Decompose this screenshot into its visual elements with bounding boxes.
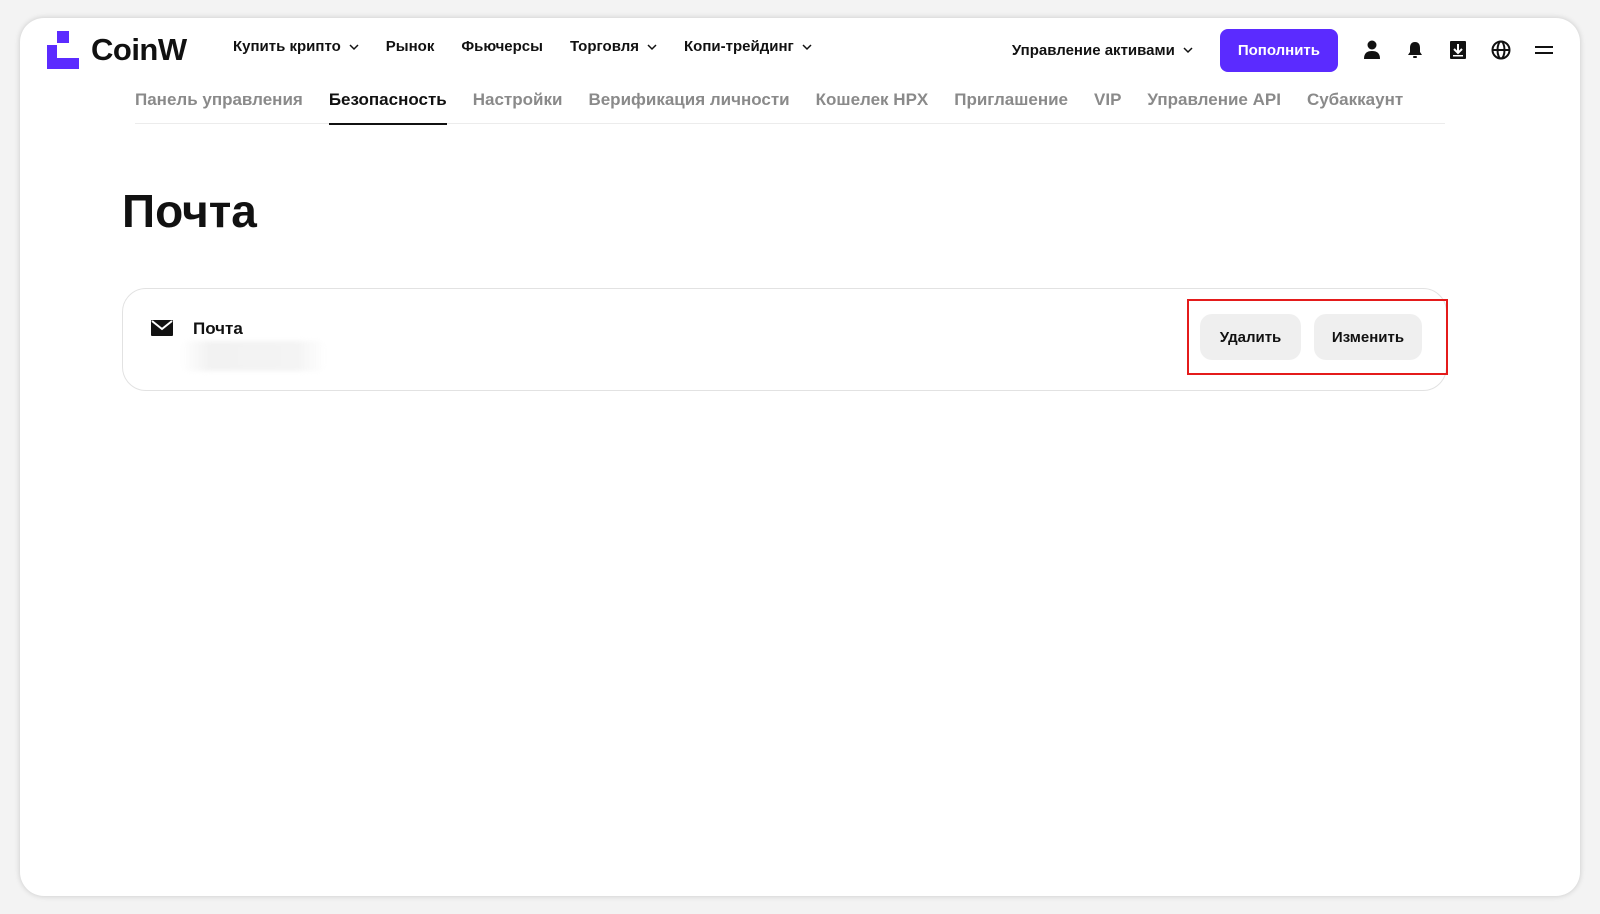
page-title: Почта xyxy=(122,185,257,237)
tab-dashboard[interactable]: Панель управления xyxy=(135,90,303,124)
coinw-logo-icon xyxy=(47,31,79,69)
nav-futures-label: Фьючерсы xyxy=(461,38,543,55)
nav-market-label: Рынок xyxy=(385,38,435,55)
nav-buy-crypto[interactable]: Купить крипто xyxy=(233,38,359,55)
account-tabs: Панель управления Безопасность Настройки… xyxy=(135,90,1445,125)
tab-vip[interactable]: VIP xyxy=(1094,90,1121,124)
coinw-logo[interactable]: CoinW xyxy=(47,30,187,70)
nav-asset-management-label: Управление активами xyxy=(1011,41,1175,59)
edit-email-button[interactable]: Изменить xyxy=(1314,314,1422,360)
user-icon[interactable] xyxy=(1360,38,1384,62)
tab-invitation[interactable]: Приглашение xyxy=(954,90,1068,124)
email-value-redacted xyxy=(181,341,326,371)
coinw-logo-text: CoinW xyxy=(91,32,187,67)
deposit-button[interactable]: Пополнить xyxy=(1219,28,1338,72)
mail-icon xyxy=(151,320,173,336)
nav-trade-label: Торговля xyxy=(569,38,640,55)
nav-buy-crypto-label: Купить крипто xyxy=(233,38,341,55)
nav-trade[interactable]: Торговля xyxy=(570,38,657,55)
bell-icon[interactable] xyxy=(1403,38,1427,62)
nav-copy-trading-label: Копи-трейдинг xyxy=(684,38,794,55)
right-navigation: Управление активами Пополнить xyxy=(1012,28,1556,72)
nav-copy-trading[interactable]: Копи-трейдинг xyxy=(684,38,812,55)
tab-identity-verification[interactable]: Верификация личности xyxy=(588,90,789,124)
top-navigation: CoinW Купить крипто Рынок Фьючерсы Торго… xyxy=(20,18,1580,82)
tab-api-management[interactable]: Управление API xyxy=(1147,90,1281,124)
globe-icon[interactable] xyxy=(1489,38,1513,62)
chevron-down-icon xyxy=(647,43,657,50)
tab-security[interactable]: Безопасность xyxy=(328,90,447,125)
nav-futures[interactable]: Фьючерсы xyxy=(461,38,543,55)
chevron-down-icon xyxy=(349,43,359,50)
tab-hpx-wallet[interactable]: Кошелек HPX xyxy=(816,90,929,124)
menu-icon[interactable] xyxy=(1532,38,1556,62)
nav-asset-management[interactable]: Управление активами xyxy=(1012,42,1193,59)
download-icon[interactable] xyxy=(1446,38,1470,62)
main-menu: Купить крипто Рынок Фьючерсы Торговля Ко… xyxy=(233,38,839,55)
tab-settings[interactable]: Настройки xyxy=(473,90,563,124)
chevron-down-icon xyxy=(802,43,812,50)
delete-email-button[interactable]: Удалить xyxy=(1200,314,1301,360)
browser-window: CoinW Купить крипто Рынок Фьючерсы Торго… xyxy=(20,18,1580,896)
chevron-down-icon xyxy=(1183,47,1193,54)
nav-market[interactable]: Рынок xyxy=(386,38,435,55)
tab-subaccount[interactable]: Субаккаунт xyxy=(1307,90,1403,124)
email-card-label: Почта xyxy=(193,319,243,338)
